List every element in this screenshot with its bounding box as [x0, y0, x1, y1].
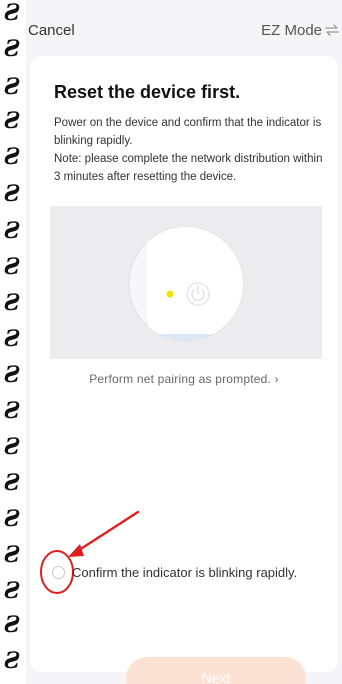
decorative-glyph: Ƨ	[4, 542, 20, 568]
screen: ƧƧƧƧƧƧƧƧƧƧƧƧƧƧƧƧƧƧƧ Cancel EZ Mode Reset…	[0, 0, 342, 684]
note-text: Note: please complete the network distri…	[54, 153, 323, 183]
decorative-glyph: Ƨ	[4, 578, 20, 604]
confirm-label[interactable]: Confirm the indicator is blinking rapidl…	[72, 565, 297, 580]
decorative-glyph: Ƨ	[4, 254, 20, 280]
decorative-glyph: Ƨ	[4, 144, 20, 170]
confirm-checkbox-row[interactable]: Confirm the indicator is blinking rapidl…	[52, 563, 297, 581]
ez-mode-button[interactable]: EZ Mode	[261, 22, 322, 39]
decorative-glyph: Ƨ	[4, 506, 20, 532]
decorative-glyph: Ƨ	[4, 0, 20, 26]
decorative-glyph: Ƨ	[4, 470, 20, 496]
decorative-glyph: Ƨ	[4, 648, 20, 674]
decorative-glyph: Ƨ	[4, 74, 20, 100]
decorative-glyph-column: ƧƧƧƧƧƧƧƧƧƧƧƧƧƧƧƧƧƧƧ	[0, 0, 26, 684]
decorative-glyph: Ƨ	[4, 181, 20, 207]
decorative-glyph: Ƨ	[4, 218, 20, 244]
decorative-glyph: Ƨ	[4, 290, 20, 316]
next-button[interactable]: Next	[126, 657, 306, 684]
instructions: Power on the device and confirm that the…	[54, 114, 324, 186]
decorative-glyph: Ƨ	[4, 108, 20, 134]
decorative-glyph: Ƨ	[4, 36, 20, 62]
device-illustration	[50, 206, 322, 359]
device-illustration-graphic	[128, 226, 244, 342]
instruction-text: Power on the device and confirm that the…	[54, 117, 322, 147]
page-title: Reset the device first.	[54, 82, 241, 102]
decorative-glyph: Ƨ	[4, 612, 20, 638]
indicator-light	[166, 290, 174, 298]
cancel-button[interactable]: Cancel	[28, 22, 75, 39]
decorative-glyph: Ƨ	[4, 326, 20, 352]
decorative-glyph: Ƨ	[4, 434, 20, 460]
decorative-glyph: Ƨ	[4, 398, 20, 424]
pairing-guide-link[interactable]: Perform net pairing as prompted. ›	[30, 372, 338, 386]
decorative-glyph: Ƨ	[4, 362, 20, 388]
swap-arrows-icon[interactable]	[324, 22, 340, 38]
confirm-radio[interactable]	[52, 565, 65, 579]
top-bar: Cancel EZ Mode	[26, 0, 342, 56]
